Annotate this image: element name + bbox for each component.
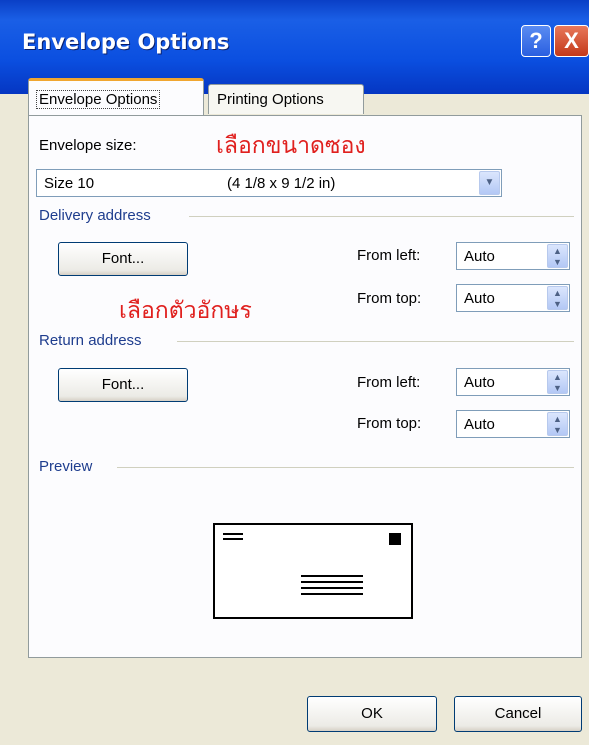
- delivery-from-top-label: From top:: [357, 290, 422, 307]
- window-title: Envelope Options: [22, 30, 230, 54]
- delivery-from-left-label: From left:: [357, 247, 421, 264]
- return-address-line: [223, 533, 243, 535]
- help-button[interactable]: ?: [521, 25, 551, 57]
- delivery-address-line: [301, 593, 363, 595]
- spinner-arrows-icon[interactable]: ▲ ▼: [547, 370, 568, 394]
- spinner-arrows-icon[interactable]: ▲ ▼: [547, 286, 568, 310]
- return-from-left-value: Auto: [464, 374, 495, 391]
- delivery-section-divider: [189, 216, 574, 217]
- envelope-size-name: Size 10: [44, 175, 95, 192]
- delivery-from-left-value: Auto: [464, 248, 495, 265]
- return-address-section-label: Return address: [39, 332, 142, 349]
- chevron-down-icon[interactable]: ▼: [479, 171, 500, 195]
- delivery-address-section-label: Delivery address: [39, 207, 151, 224]
- return-from-left-label: From left:: [357, 374, 421, 391]
- envelope-size-dims: (4 1/8 x 9 1/2 in): [227, 175, 336, 192]
- envelope-preview: [213, 523, 413, 619]
- stamp-icon: [389, 533, 401, 545]
- annotation-size-note: เลือกขนาดซอง: [216, 133, 366, 159]
- envelope-options-panel: Envelope size: เลือกขนาดซอง Size 10 (4 1…: [28, 115, 582, 658]
- spinner-arrows-icon[interactable]: ▲ ▼: [547, 244, 568, 268]
- return-from-top-value: Auto: [464, 416, 495, 433]
- return-section-divider: [177, 341, 574, 342]
- tab-envelope-options-label: Envelope Options: [35, 90, 161, 109]
- tab-printing-options-label: Printing Options: [217, 91, 324, 108]
- cancel-button[interactable]: Cancel: [454, 696, 582, 732]
- return-from-top-label: From top:: [357, 415, 422, 432]
- delivery-address-line: [301, 581, 363, 583]
- tab-printing-options[interactable]: Printing Options: [208, 84, 364, 114]
- annotation-font-note: เลือกตัวอักษร: [119, 298, 252, 324]
- delivery-address-line: [301, 587, 363, 589]
- return-address-line: [223, 538, 243, 540]
- delivery-from-left-spinner[interactable]: Auto ▲ ▼: [456, 242, 570, 270]
- spinner-arrows-icon[interactable]: ▲ ▼: [547, 412, 568, 436]
- return-font-button[interactable]: Font...: [58, 368, 188, 402]
- envelope-options-dialog: Envelope Options ? X Envelope Options Pr…: [0, 0, 589, 745]
- delivery-address-line: [301, 575, 363, 577]
- delivery-from-top-spinner[interactable]: Auto ▲ ▼: [456, 284, 570, 312]
- return-from-left-spinner[interactable]: Auto ▲ ▼: [456, 368, 570, 396]
- delivery-font-button[interactable]: Font...: [58, 242, 188, 276]
- preview-section-label: Preview: [39, 458, 93, 475]
- delivery-from-top-value: Auto: [464, 290, 495, 307]
- preview-section-divider: [117, 467, 574, 468]
- return-from-top-spinner[interactable]: Auto ▲ ▼: [456, 410, 570, 438]
- tab-envelope-options[interactable]: Envelope Options: [28, 78, 204, 116]
- close-button[interactable]: X: [554, 25, 589, 57]
- envelope-size-label: Envelope size:: [39, 137, 137, 154]
- envelope-size-select[interactable]: Size 10 (4 1/8 x 9 1/2 in) ▼: [36, 169, 502, 197]
- ok-button[interactable]: OK: [307, 696, 437, 732]
